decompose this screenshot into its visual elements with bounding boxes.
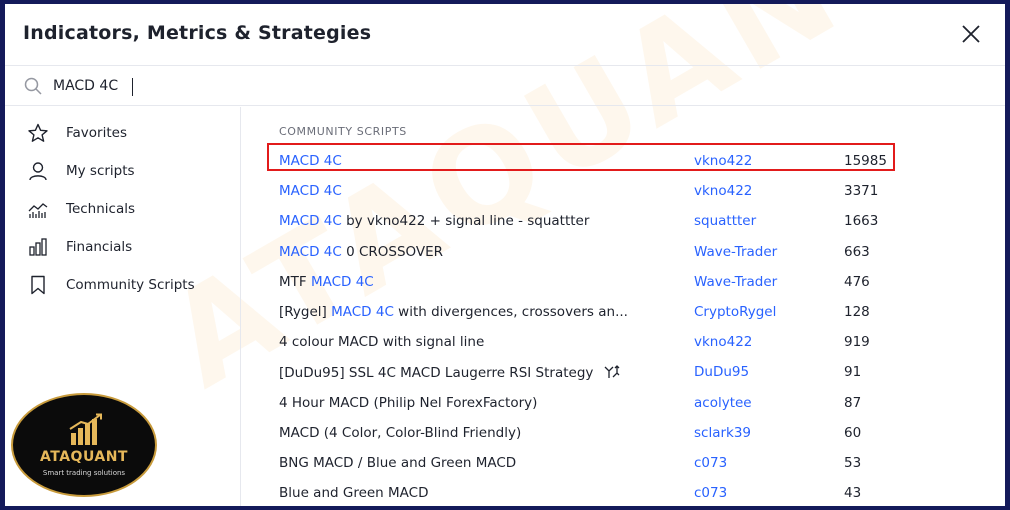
script-name-text: by vkno422 + signal line - squattter: [341, 213, 590, 230]
search-match-text: MACD 4C: [279, 183, 342, 200]
ataquant-logo: ATAQUANT Smart trading solutions: [11, 393, 157, 497]
table-row[interactable]: MACD 4C 0 CROSSOVER Wave-Trader 663: [279, 240, 899, 266]
table-row[interactable]: Blue and Green MACD c073 43: [279, 481, 899, 506]
script-name-text: MTF: [279, 273, 311, 290]
user-icon: [29, 162, 47, 181]
sidebar-item-favorites[interactable]: Favorites: [5, 114, 241, 152]
table-row[interactable]: MACD 4C by vkno422 + signal line - squat…: [279, 209, 899, 235]
script-author-link[interactable]: c073: [694, 485, 727, 501]
search-match-text: MACD 4C: [331, 304, 394, 320]
script-usage-count: 919: [844, 334, 870, 351]
close-icon: [962, 25, 980, 43]
script-author-link[interactable]: CryptoRygel: [694, 304, 776, 320]
sidebar-item-label: Community Scripts: [66, 277, 195, 293]
indicators-dialog: ATAQUANT Indicators, Metrics & Strategie…: [5, 4, 1005, 506]
script-author-link[interactable]: acolytee: [694, 395, 752, 411]
script-name[interactable]: BNG MACD / Blue and Green MACD: [279, 455, 516, 471]
script-usage-count: 3371: [844, 183, 879, 200]
chart-icon: [28, 203, 48, 218]
script-author-link[interactable]: c073: [694, 455, 727, 471]
script-usage-count: 43: [844, 485, 862, 502]
table-row[interactable]: 4 colour MACD with signal line vkno422 919: [279, 330, 899, 356]
script-author-link[interactable]: squattter: [694, 213, 756, 229]
search-match-text: MACD 4C: [279, 243, 342, 260]
search-icon: [24, 77, 42, 95]
script-name-text: [Rygel]: [279, 304, 332, 320]
script-usage-count: 87: [844, 394, 862, 411]
script-usage-count: 663: [844, 243, 870, 260]
sidebar-item-label: Financials: [66, 239, 133, 255]
script-name-text: 0 CROSSOVER: [341, 243, 444, 260]
table-row[interactable]: MACD (4 Color, Color-Blind Friendly) scla…: [279, 421, 899, 447]
script-name[interactable]: MACD (4 Color, Color-Blind Friendly): [279, 425, 521, 441]
script-usage-count: 15985: [844, 153, 887, 169]
search-match-text: MACD 4C: [279, 213, 342, 230]
text-caret: [132, 78, 133, 96]
script-name-text: Blue and Green MACD: [279, 485, 429, 502]
sidebar-item-community-scripts[interactable]: Community Scripts: [5, 266, 241, 304]
script-name-text: 4 colour MACD with signal line: [279, 334, 485, 351]
script-name[interactable]: MACD 4C: [279, 153, 342, 169]
script-author-link[interactable]: vkno422: [694, 334, 752, 350]
sidebar-item-label: Technicals: [66, 201, 136, 217]
script-name[interactable]: 4 colour MACD with signal line: [279, 334, 484, 350]
table-row[interactable]: [DuDu95] SSL 4C MACD Laugerre RSI Strate…: [279, 360, 899, 386]
script-name[interactable]: MACD 4C: [279, 183, 342, 199]
script-name[interactable]: [Rygel] MACD 4C with divergences, crosso…: [279, 304, 628, 320]
script-usage-count: 1663: [844, 213, 879, 230]
script-author-link[interactable]: DuDu95: [694, 364, 749, 380]
results-panel: COMMUNITY SCRIPTS MACD 4C vkno422 15985 MAC…: [242, 107, 1005, 506]
strategy-icon: [604, 365, 620, 379]
script-author-link[interactable]: Wave-Trader: [694, 244, 777, 260]
script-name[interactable]: MTF MACD 4C: [279, 274, 374, 290]
script-name[interactable]: MACD 4C by vkno422 + signal line - squat…: [279, 213, 589, 229]
script-name-text: 4 Hour MACD (Philip Nel ForexFactory): [279, 394, 538, 411]
table-row[interactable]: MACD 4C vkno422 3371: [279, 179, 899, 205]
table-row[interactable]: [Rygel] MACD 4C with divergences, crosso…: [279, 300, 899, 326]
search-match-text: MACD 4C: [310, 273, 374, 290]
logo-bars-icon: [69, 413, 102, 445]
script-usage-count: 60: [844, 424, 862, 441]
search-input[interactable]: [53, 74, 653, 98]
sidebar-item-label: My scripts: [66, 163, 135, 179]
table-row[interactable]: 4 Hour MACD (Philip Nel ForexFactory) aco…: [279, 391, 899, 417]
script-name-text: with divergences, crossovers an...: [393, 304, 628, 320]
script-author-link[interactable]: vkno422: [694, 183, 752, 199]
logo-tagline: Smart trading solutions: [42, 469, 126, 477]
table-row[interactable]: BNG MACD / Blue and Green MACD c073 53: [279, 451, 899, 477]
script-name[interactable]: MACD 4C 0 CROSSOVER: [279, 244, 443, 260]
sidebar-item-my-scripts[interactable]: My scripts: [5, 152, 241, 190]
bar-chart-icon: [29, 238, 47, 256]
script-name[interactable]: 4 Hour MACD (Philip Nel ForexFactory): [279, 395, 537, 411]
script-author-link[interactable]: vkno422: [694, 153, 752, 169]
script-usage-count: 53: [844, 455, 862, 471]
script-name[interactable]: [DuDu95] SSL 4C MACD Laugerre RSI Strate…: [279, 364, 621, 381]
search-bar: [5, 66, 1005, 106]
search-match-text: MACD 4C: [279, 153, 342, 169]
script-usage-count: 128: [844, 304, 870, 320]
script-usage-count: 476: [844, 273, 870, 290]
script-author-link[interactable]: sclark39: [694, 425, 751, 441]
star-icon: [28, 123, 48, 142]
table-row[interactable]: MTF MACD 4C Wave-Trader 476: [279, 270, 899, 296]
script-name[interactable]: Blue and Green MACD: [279, 485, 429, 501]
logo-name: ATAQUANT: [40, 449, 128, 465]
script-author-link[interactable]: Wave-Trader: [694, 274, 777, 290]
script-name-text: [DuDu95] SSL 4C MACD Laugerre RSI Strate…: [279, 365, 594, 382]
sidebar-item-technicals[interactable]: Technicals: [5, 190, 241, 228]
script-name-text: MACD (4 Color, Color-Blind Friendly): [279, 424, 522, 441]
sidebar-item-label: Favorites: [66, 125, 127, 141]
close-button[interactable]: [959, 22, 983, 46]
table-row[interactable]: MACD 4C vkno422 15985: [279, 149, 899, 175]
sidebar-item-financials[interactable]: Financials: [5, 228, 241, 266]
bookmark-icon: [31, 275, 45, 295]
dialog-header: Indicators, Metrics & Strategies: [5, 4, 1005, 66]
script-usage-count: 91: [844, 364, 862, 381]
dialog-title: Indicators, Metrics & Strategies: [23, 22, 372, 44]
script-name-text: BNG MACD / Blue and Green MACD: [279, 455, 517, 471]
section-title: COMMUNITY SCRIPTS: [279, 125, 407, 138]
